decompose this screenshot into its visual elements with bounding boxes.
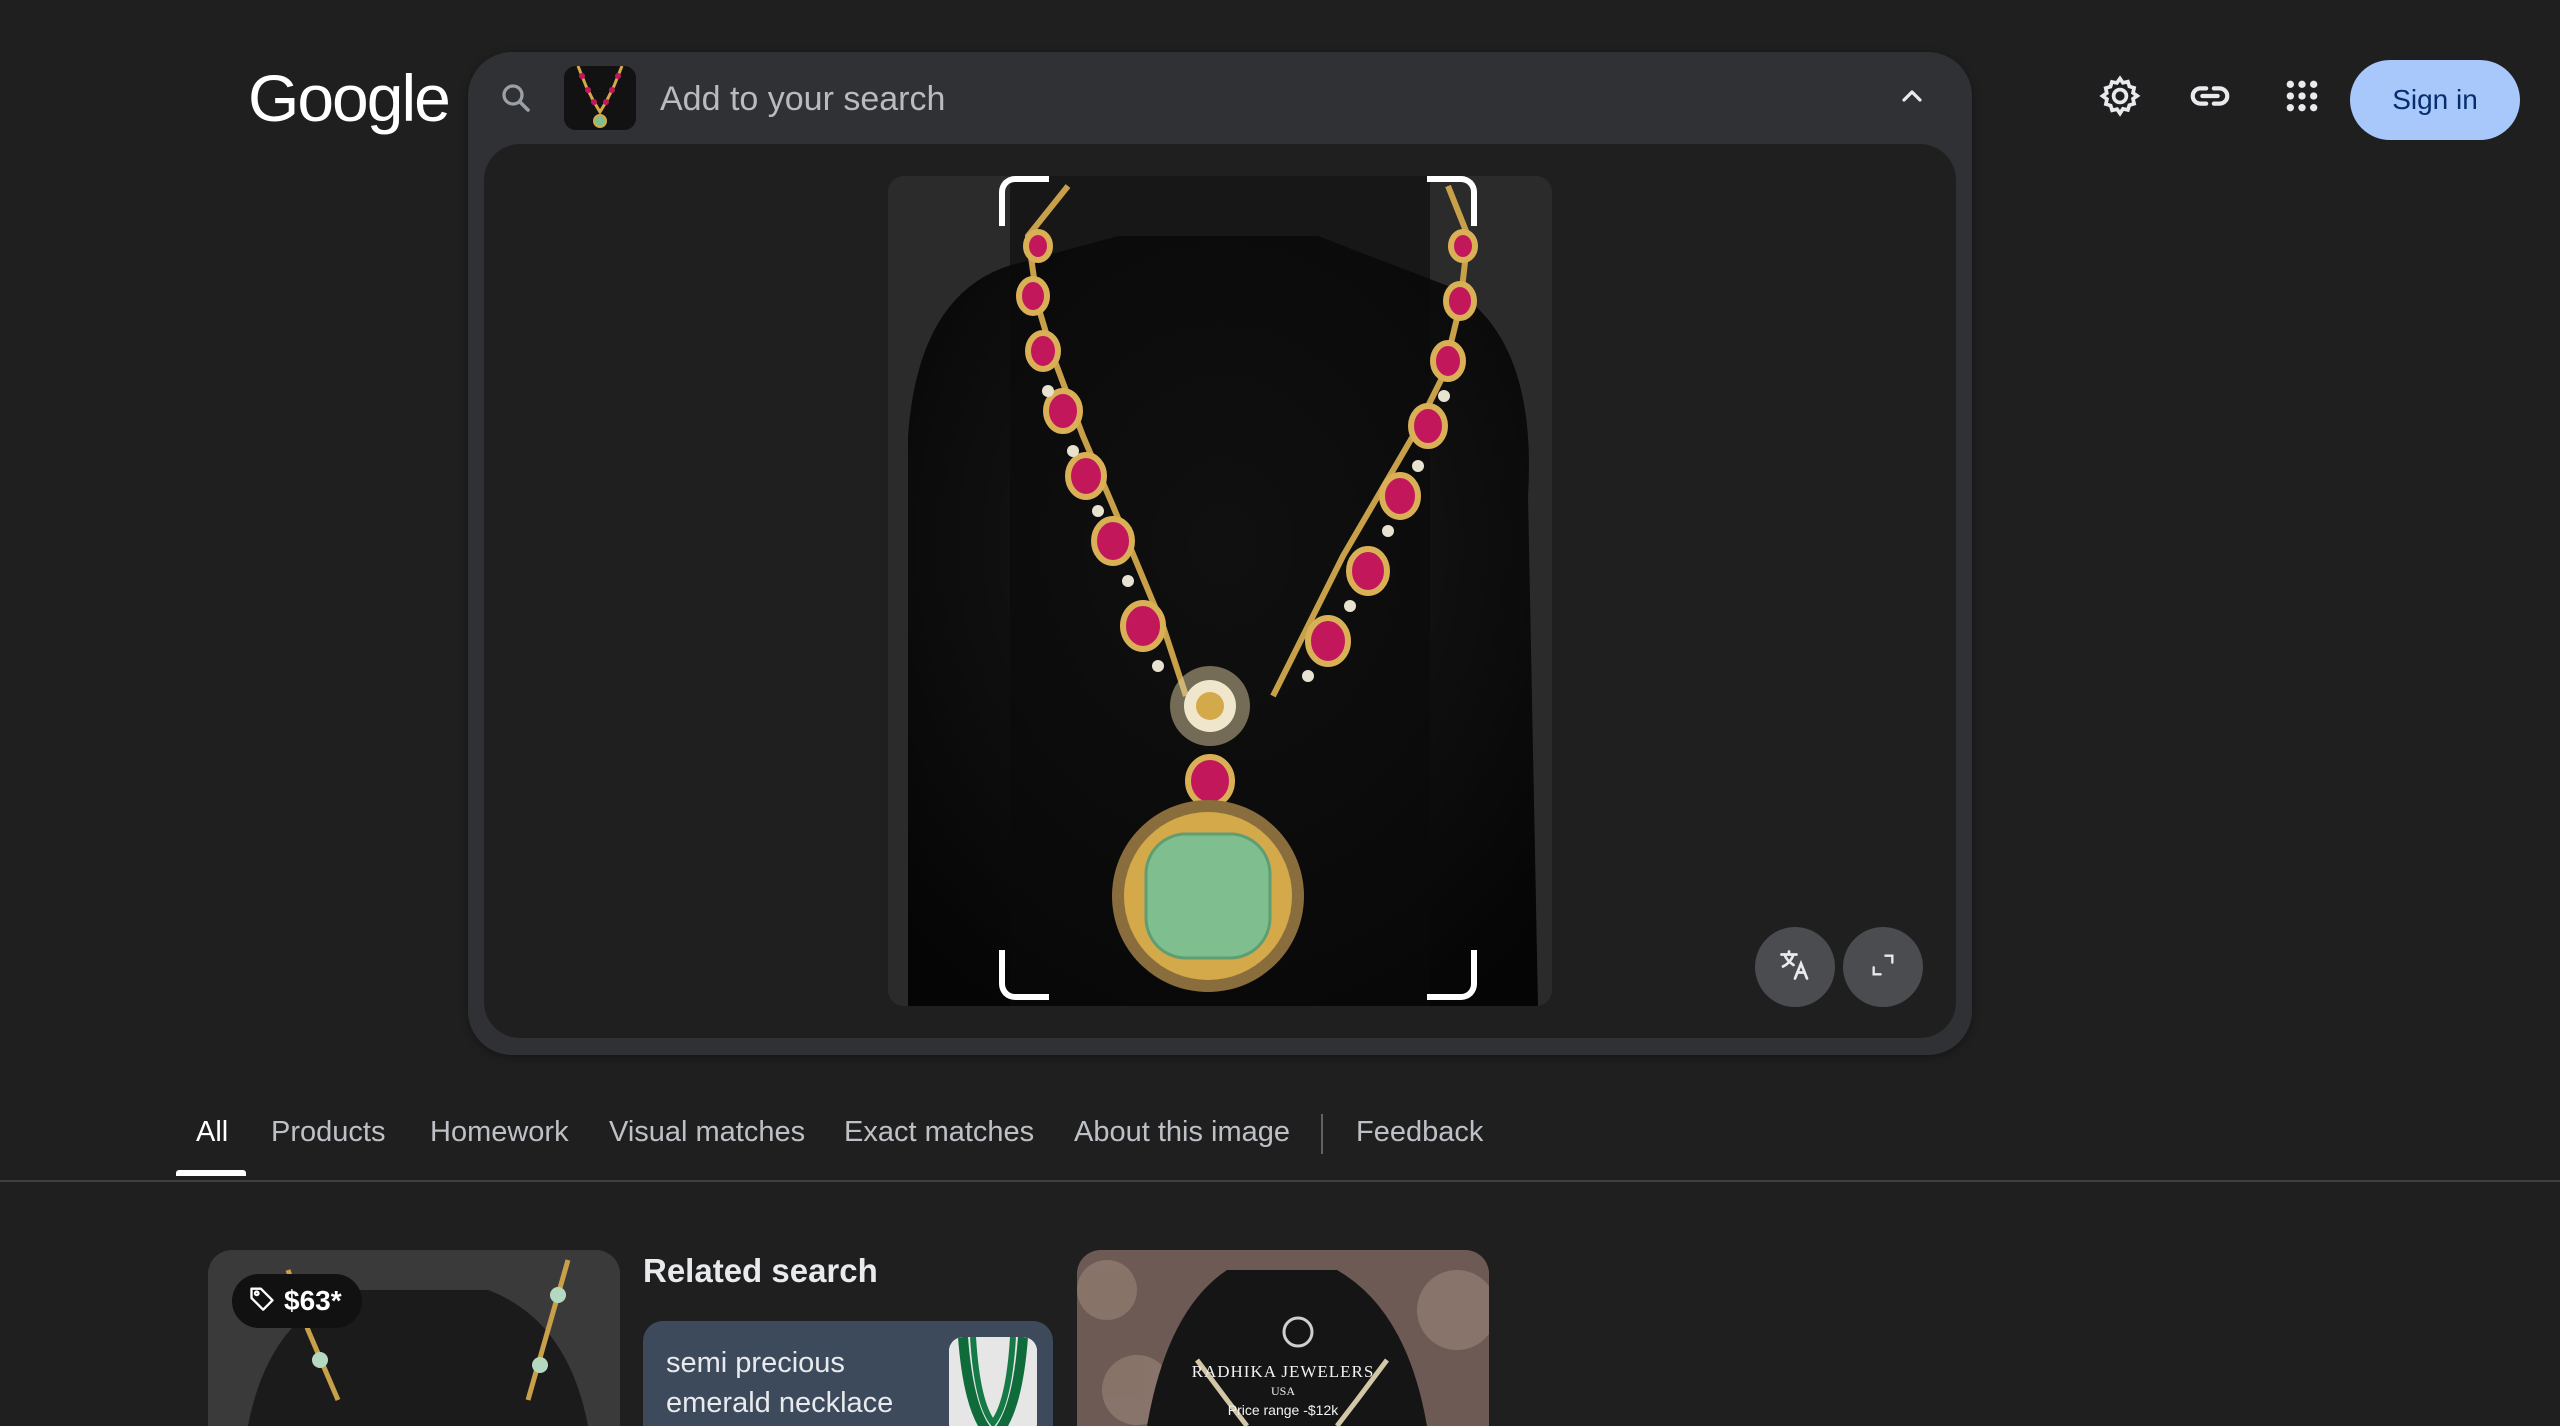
settings-button[interactable] bbox=[2096, 74, 2144, 122]
price-badge: $63* bbox=[232, 1274, 362, 1328]
search-bar bbox=[468, 52, 1972, 144]
gear-icon bbox=[2098, 74, 2142, 123]
tab-about-this-image[interactable]: About this image bbox=[1074, 1116, 1290, 1149]
fullscreen-icon bbox=[1869, 951, 1897, 984]
apps-grid-icon bbox=[2282, 76, 2322, 121]
tab-exact-matches[interactable]: Exact matches bbox=[844, 1116, 1034, 1149]
brand-country: USA bbox=[1270, 1384, 1295, 1398]
lens-search-card bbox=[468, 52, 1972, 1055]
query-image-panel bbox=[484, 144, 1956, 1038]
tag-icon bbox=[248, 1284, 276, 1319]
active-tab-indicator bbox=[176, 1170, 246, 1176]
visual-match-card[interactable]: Radhika Jewelers USA Price range -$12k bbox=[1077, 1250, 1489, 1426]
translate-button[interactable] bbox=[1755, 927, 1835, 1007]
related-search-heading: Related search bbox=[643, 1252, 878, 1289]
crop-handle-bottom-right[interactable] bbox=[1427, 950, 1477, 1000]
share-link-button[interactable] bbox=[2186, 74, 2234, 122]
tab-all[interactable]: All bbox=[196, 1116, 228, 1149]
brand-price-range: Price range -$12k bbox=[1227, 1402, 1339, 1418]
google-lens-page: Google Add to your search Sign in All Pr… bbox=[0, 0, 2560, 1426]
tab-divider bbox=[1321, 1114, 1323, 1154]
related-search-chip[interactable]: semi precious emerald necklace bbox=[643, 1321, 1053, 1426]
crop-handle-top-right[interactable] bbox=[1427, 176, 1477, 226]
translate-icon bbox=[1777, 947, 1813, 988]
related-search-thumbnail bbox=[949, 1337, 1037, 1426]
link-icon bbox=[2187, 73, 2233, 124]
chevron-up-icon bbox=[1896, 80, 1928, 117]
tab-homework[interactable]: Homework bbox=[430, 1116, 569, 1149]
crop-handle-top-left[interactable] bbox=[999, 176, 1049, 226]
sign-in-button[interactable]: Sign in bbox=[2350, 60, 2520, 140]
tab-products[interactable]: Products bbox=[271, 1116, 385, 1149]
feedback-link[interactable]: Feedback bbox=[1356, 1116, 1483, 1149]
google-apps-button[interactable] bbox=[2278, 74, 2326, 122]
fullscreen-button[interactable] bbox=[1843, 927, 1923, 1007]
price-text: $63* bbox=[284, 1285, 342, 1316]
visual-match-card[interactable]: $63* bbox=[208, 1250, 620, 1426]
crop-handle-bottom-left[interactable] bbox=[999, 950, 1049, 1000]
search-icon bbox=[498, 80, 534, 116]
google-logo[interactable]: Google bbox=[248, 62, 451, 134]
search-input[interactable] bbox=[658, 72, 1762, 126]
query-image[interactable] bbox=[888, 176, 1552, 1006]
query-image-thumbnail[interactable] bbox=[564, 66, 636, 130]
related-search-label: semi precious emerald necklace bbox=[666, 1347, 894, 1419]
brand-name: Radhika Jewelers bbox=[1191, 1362, 1375, 1381]
collapse-button[interactable] bbox=[1888, 74, 1936, 122]
results-tabs: All Products Homework Visual matches Exa… bbox=[0, 1100, 2560, 1182]
tab-visual-matches[interactable]: Visual matches bbox=[609, 1116, 805, 1149]
